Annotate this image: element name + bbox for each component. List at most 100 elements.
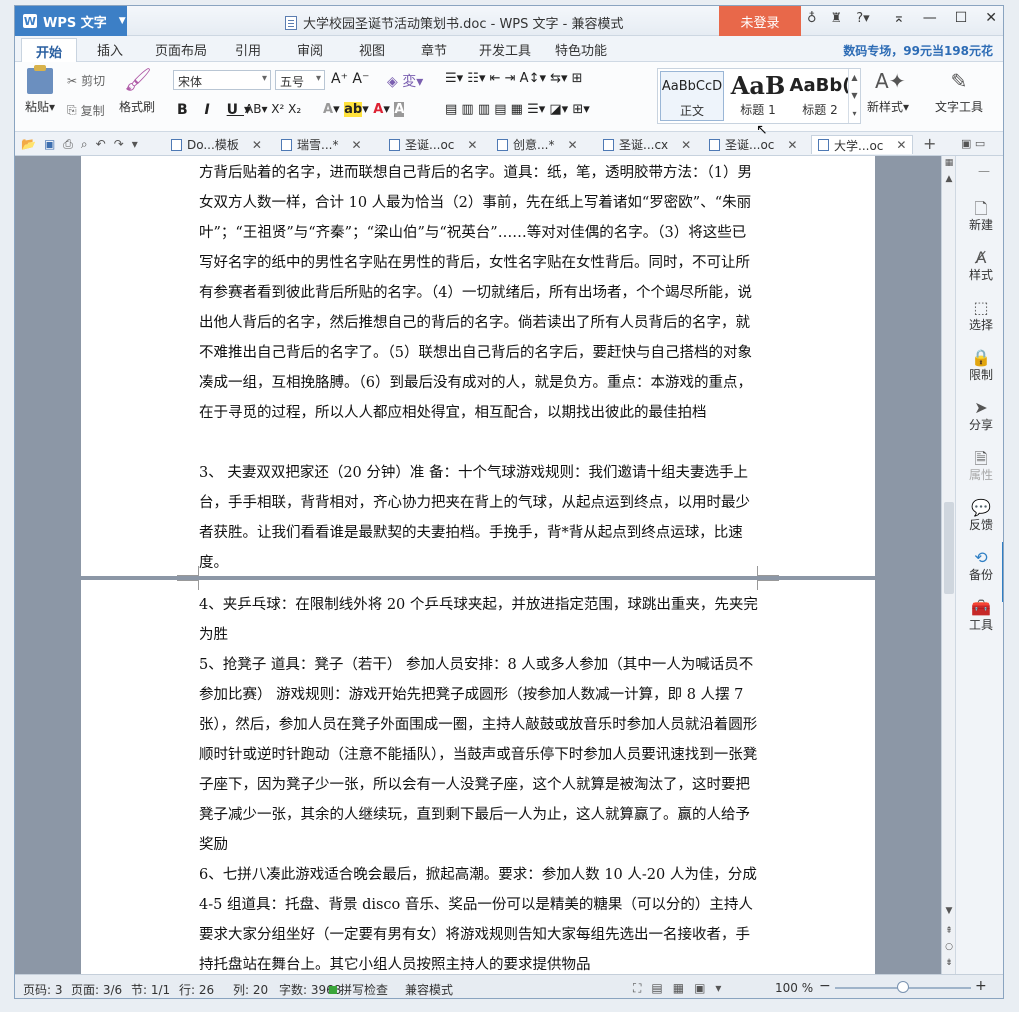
- doc-tab-active[interactable]: 大学...oc ✕: [811, 135, 914, 154]
- more-icon[interactable]: ▾: [132, 137, 138, 152]
- collapse-ribbon-icon[interactable]: ⌅: [893, 10, 905, 26]
- login-button[interactable]: 未登录: [719, 6, 801, 36]
- close-tab-icon[interactable]: ✕: [681, 138, 691, 152]
- tab-review[interactable]: 审阅: [297, 40, 323, 59]
- style-heading-2[interactable]: AaBb( 标题 2: [788, 71, 852, 121]
- shirt-icon[interactable]: ♜: [831, 11, 843, 26]
- doc-tab[interactable]: 圣诞...oc ✕: [389, 135, 477, 154]
- title-icons: ♁ ♜ ?▾: [807, 11, 870, 26]
- redo-icon[interactable]: ↷: [114, 137, 124, 152]
- style-normal[interactable]: AaBbCcD 正文: [660, 71, 724, 121]
- close-tab-icon[interactable]: ✕: [351, 138, 361, 152]
- close-icon[interactable]: ✕: [985, 10, 997, 26]
- panel-new[interactable]: 🗋 新建: [956, 198, 1003, 233]
- select-browse-icon[interactable]: ○: [942, 942, 956, 952]
- vertical-scrollbar[interactable]: ▦ ▲ ▼ ⇞ ○ ⇟: [941, 156, 955, 974]
- new-style-button[interactable]: A✦ 新样式▾: [867, 68, 909, 115]
- font-name-select[interactable]: 宋体: [173, 70, 271, 90]
- skin-icon[interactable]: ♁: [807, 11, 817, 26]
- close-tab-icon[interactable]: ✕: [787, 138, 797, 152]
- tab-developer[interactable]: 开发工具: [479, 40, 531, 59]
- new-tab-icon[interactable]: +: [923, 134, 936, 153]
- style-heading-1-label: 标题 1: [740, 103, 776, 117]
- style-normal-sample: AaBbCcD: [661, 79, 723, 94]
- doc-tab[interactable]: 瑞雪...* ✕: [281, 135, 362, 154]
- list-icons[interactable]: ☰▾ ☷▾ ⇤ ⇥ A↕▾ ⇆▾ ⊞: [445, 71, 583, 86]
- close-tab-icon[interactable]: ✕: [896, 138, 906, 152]
- text-tools-button[interactable]: ✎ 文字工具: [935, 68, 983, 115]
- doc-icon: [171, 138, 182, 151]
- zoom-slider-knob[interactable]: [897, 981, 909, 993]
- copy-label: 复制: [80, 104, 105, 118]
- format-painter-button[interactable]: 🖌 格式刷: [119, 68, 155, 115]
- app-name: WPS 文字: [43, 15, 107, 31]
- panel-tools-label: 工具: [968, 618, 993, 632]
- doc-tab[interactable]: 圣诞...oc ✕: [709, 135, 797, 154]
- promo-link[interactable]: 数码专场，99元当198元花: [843, 42, 993, 59]
- save-icon[interactable]: ▣: [44, 137, 55, 152]
- close-tab-icon[interactable]: ✕: [252, 138, 262, 152]
- panel-feedback-label: 反馈: [968, 518, 993, 532]
- app-menu-button[interactable]: W WPS 文字 ▼: [15, 6, 127, 36]
- undo-icon[interactable]: ↶: [96, 137, 106, 152]
- tab-reference[interactable]: 引用: [235, 40, 261, 59]
- zoom-in-icon[interactable]: +: [975, 978, 987, 994]
- panel-backup[interactable]: ⟲ 备份: [956, 548, 1003, 583]
- clear-format-icon[interactable]: ◈ 変▾: [387, 71, 423, 91]
- style-heading-1[interactable]: AaB 标题 1: [726, 71, 790, 121]
- preview-icon[interactable]: ⌕: [81, 137, 88, 152]
- print-icon[interactable]: ⎙: [63, 137, 73, 152]
- spell-check-toggle[interactable]: 拼写检查: [329, 981, 388, 998]
- tab-chapter[interactable]: 章节: [421, 40, 447, 59]
- minimize-icon[interactable]: —: [923, 10, 937, 26]
- font-color-icons[interactable]: A▾ ab▾ A▾ A: [323, 102, 405, 117]
- document-area[interactable]: 方背后贴着的名字，进而联想自己背后的名字。道具：纸，笔，透明胶带方法：（1）男女…: [15, 156, 941, 974]
- font-size-select[interactable]: 五号: [275, 70, 325, 90]
- status-pages[interactable]: 页面: 3/6: [71, 981, 122, 998]
- doc-icon: [389, 138, 400, 151]
- align-icons[interactable]: ▤ ▥ ▥ ▤ ▦ ☰▾ ◪▾ ⊞▾: [445, 102, 590, 117]
- doc-tab[interactable]: Do...模板 ✕: [171, 135, 262, 154]
- panel-select[interactable]: ⬚ 选择: [956, 298, 1003, 333]
- status-page-no: 页码: 3: [23, 983, 63, 997]
- split-icon[interactable]: ▦: [942, 158, 956, 168]
- scroll-up-icon[interactable]: ▲: [942, 174, 956, 184]
- zoom-out-icon[interactable]: −: [819, 978, 831, 994]
- panel-style[interactable]: A̸ 样式: [956, 248, 1003, 283]
- scroll-down-icon[interactable]: ▼: [942, 906, 956, 916]
- wps-logo-icon: W: [23, 14, 37, 28]
- paste-button[interactable]: 粘贴▾: [25, 65, 55, 115]
- ribbon: 粘贴▾ ✂剪切 ⎘复制 🖌 格式刷 宋体 五号 A⁺ A⁻ ◈ 変▾ B I U…: [15, 62, 1003, 132]
- style-heading-2-label: 标题 2: [802, 103, 838, 117]
- panel-limit[interactable]: 🔒 限制: [956, 348, 1003, 383]
- tab-insert[interactable]: 插入: [97, 40, 123, 59]
- doc-tab[interactable]: 创意...* ✕: [497, 135, 578, 154]
- panel-collapse-icon[interactable]: —: [978, 164, 990, 178]
- open-icon[interactable]: 📂: [21, 137, 36, 152]
- strike-super-sub-icons[interactable]: AB▾ X² X₂: [245, 102, 301, 116]
- cut-button[interactable]: ✂ 剪切: [67, 72, 105, 89]
- view-mode-icons[interactable]: ⛶▤▦▣▾: [633, 981, 731, 996]
- close-tab-icon[interactable]: ✕: [467, 138, 477, 152]
- scroll-thumb[interactable]: [944, 502, 954, 594]
- tab-page-layout[interactable]: 页面布局: [155, 40, 207, 59]
- next-page-icon[interactable]: ⇟: [942, 958, 956, 968]
- paste-icon: [27, 65, 54, 94]
- copy-button[interactable]: ⎘ 复制: [67, 102, 105, 119]
- style-gallery-scroll[interactable]: ▲ ▼ ▾: [848, 69, 860, 123]
- panel-share[interactable]: ➤ 分享: [956, 398, 1003, 433]
- window-title-text: 大学校园圣诞节活动策划书.doc - WPS 文字 - 兼容模式: [303, 17, 624, 32]
- close-tab-icon[interactable]: ✕: [567, 138, 577, 152]
- help-icon[interactable]: ?▾: [856, 11, 869, 26]
- panel-property[interactable]: 🗎 属性: [956, 448, 1003, 483]
- prev-page-icon[interactable]: ⇞: [942, 926, 956, 936]
- panel-feedback[interactable]: 💬 反馈: [956, 498, 1003, 533]
- zoom-level[interactable]: 100 %: [775, 981, 813, 995]
- tab-list-icon[interactable]: ▣ ▭: [961, 137, 985, 150]
- doc-tab[interactable]: 圣诞...cx ✕: [603, 135, 691, 154]
- tab-special[interactable]: 特色功能: [555, 40, 607, 59]
- grow-font-icon[interactable]: A⁺ A⁻: [331, 71, 369, 87]
- panel-tools[interactable]: 🧰 工具: [956, 598, 1003, 633]
- maximize-icon[interactable]: ☐: [955, 10, 968, 26]
- tab-view[interactable]: 视图: [359, 40, 385, 59]
